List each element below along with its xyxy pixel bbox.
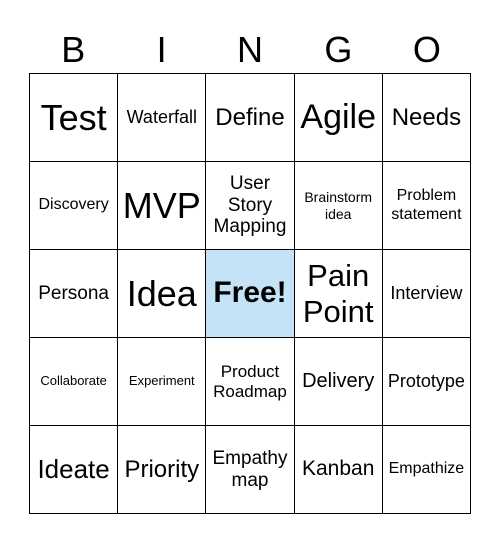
bingo-cell[interactable]: Discovery xyxy=(30,162,119,250)
header-letter-i: I xyxy=(156,29,167,70)
bingo-cell[interactable]: Waterfall xyxy=(118,74,207,162)
bingo-cell[interactable]: Empathy map xyxy=(206,426,295,514)
bingo-cell[interactable]: Idea xyxy=(118,250,207,338)
bingo-cell[interactable]: Test xyxy=(30,74,119,162)
bingo-cell[interactable]: Prototype xyxy=(382,338,471,426)
bingo-header: B I N G O xyxy=(29,28,471,72)
bingo-cell[interactable]: Empathize xyxy=(382,426,471,514)
header-letter-b: B xyxy=(61,29,86,70)
bingo-cell[interactable]: Brainstorm idea xyxy=(294,162,383,250)
bingo-cell[interactable]: Priority xyxy=(118,426,207,514)
bingo-cell[interactable]: Agile xyxy=(294,74,383,162)
bingo-cell[interactable]: Kanban xyxy=(294,426,383,514)
header-letter-n: N xyxy=(237,29,264,70)
bingo-cell[interactable]: User Story Mapping xyxy=(206,162,295,250)
bingo-cell[interactable]: Product Roadmap xyxy=(206,338,295,426)
free-space-cell[interactable]: Free! xyxy=(206,250,295,338)
bingo-cell[interactable]: Needs xyxy=(382,74,471,162)
bingo-cell[interactable]: MVP xyxy=(118,162,207,250)
header-letter-o: O xyxy=(412,29,441,70)
bingo-cell[interactable]: Pain Point xyxy=(294,250,383,338)
bingo-cell[interactable]: Define xyxy=(206,74,295,162)
bingo-cell[interactable]: Experiment xyxy=(118,338,207,426)
bingo-cell[interactable]: Persona xyxy=(30,250,119,338)
bingo-cell[interactable]: Collaborate xyxy=(30,338,119,426)
bingo-card-grid: Test Waterfall Define Agile Needs Discovery MV… xyxy=(29,73,471,514)
header-letter-g: G xyxy=(324,29,353,70)
bingo-cell[interactable]: Delivery xyxy=(294,338,383,426)
bingo-cell[interactable]: Problem statement xyxy=(382,162,471,250)
bingo-cell[interactable]: Interview xyxy=(382,250,471,338)
bingo-cell[interactable]: Ideate xyxy=(30,426,119,514)
